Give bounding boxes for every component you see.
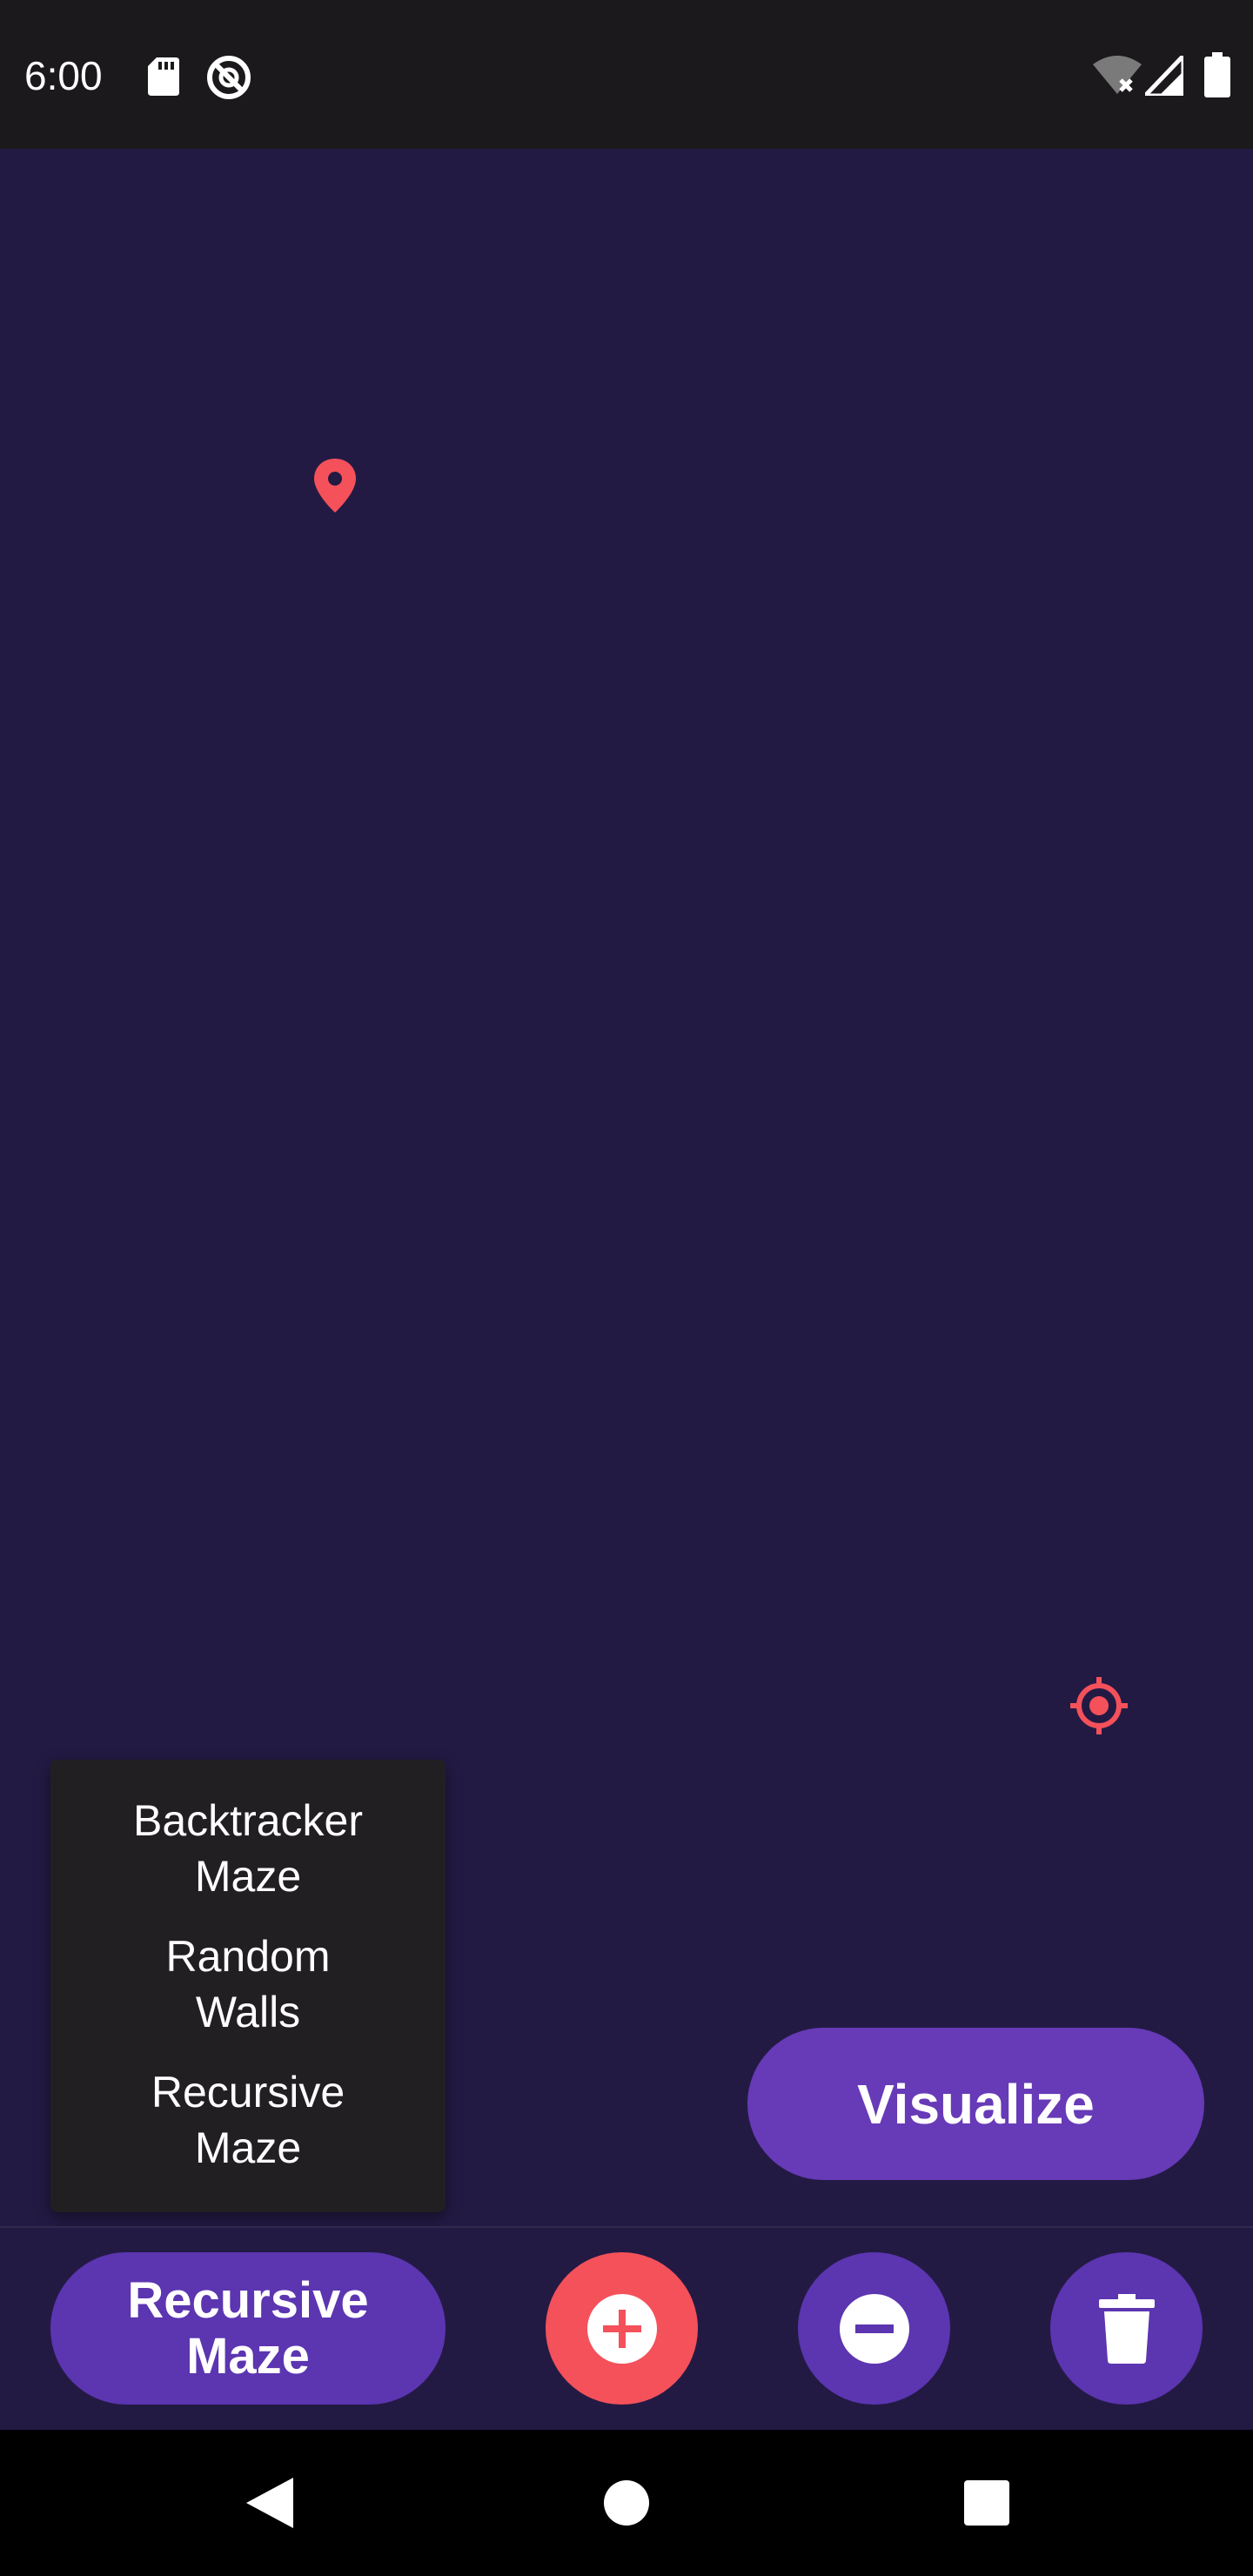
app-screen: 6:00 Backtracker Maze Random Walls Recur… — [0, 0, 1253, 2576]
recents-square-icon — [964, 2480, 1009, 2526]
sd-card-icon — [148, 57, 179, 96]
battery-icon — [1204, 52, 1230, 97]
status-bar: 6:00 — [0, 0, 1253, 149]
maze-algorithm-button[interactable]: Recursive Maze — [50, 2252, 446, 2405]
location-pin-icon[interactable] — [314, 459, 356, 513]
menu-item-random-walls[interactable]: Random Walls — [50, 1929, 446, 2040]
remove-wall-button[interactable] — [798, 2252, 950, 2405]
system-nav-bar — [0, 2430, 1253, 2576]
maze-type-menu: Backtracker Maze Random Walls Recursive … — [50, 1760, 446, 2212]
back-triangle-icon — [246, 2478, 293, 2528]
clear-grid-button[interactable] — [1050, 2252, 1203, 2405]
menu-item-backtracker-maze[interactable]: Backtracker Maze — [50, 1793, 446, 1904]
nav-recents-button[interactable] — [943, 2459, 1030, 2546]
nav-back-button[interactable] — [226, 2459, 313, 2546]
add-wall-button[interactable] — [546, 2252, 698, 2405]
do-not-disturb-icon — [207, 56, 251, 99]
cell-signal-icon — [1145, 56, 1183, 96]
visualize-button[interactable]: Visualize — [747, 2028, 1204, 2180]
menu-item-recursive-maze[interactable]: Recursive Maze — [50, 2064, 446, 2176]
status-time: 6:00 — [24, 53, 103, 98]
nav-home-button[interactable] — [583, 2459, 670, 2546]
trash-icon — [1098, 2293, 1155, 2364]
remove-circle-icon — [839, 2293, 909, 2364]
bottom-toolbar: Recursive Maze — [0, 2228, 1253, 2430]
wifi-off-icon — [1093, 56, 1142, 94]
crosshair-target-icon[interactable] — [1070, 1677, 1128, 1734]
add-circle-icon — [586, 2293, 657, 2364]
home-circle-icon — [604, 2480, 649, 2526]
